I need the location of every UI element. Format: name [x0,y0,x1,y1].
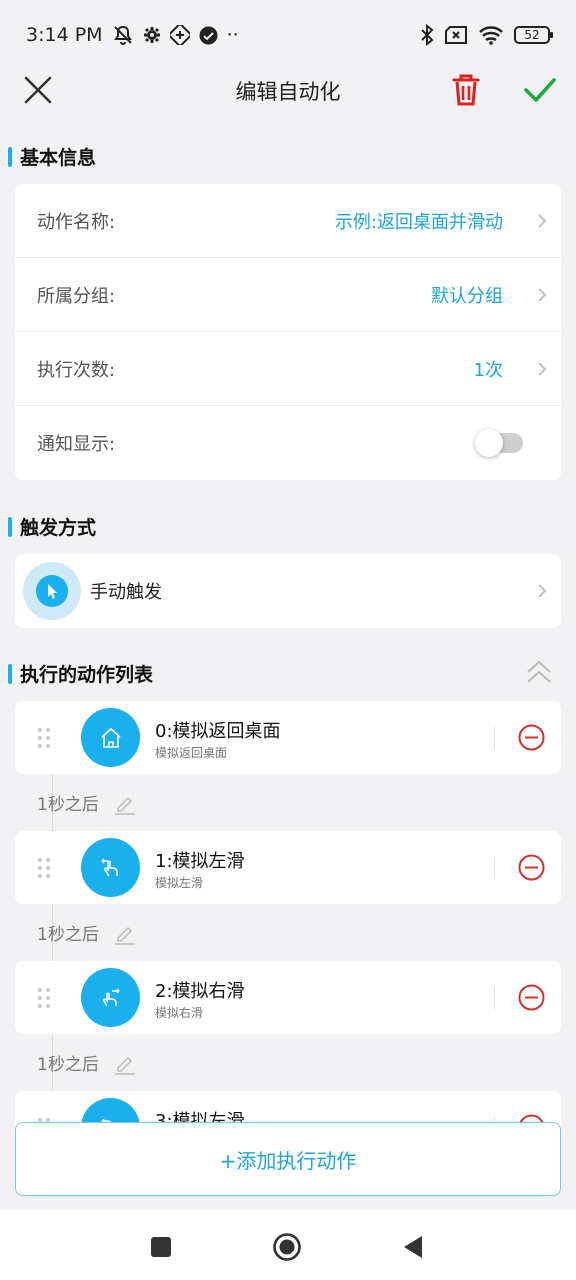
action-subtitle: 模拟左滑 [155,876,204,890]
chevron-right-icon [538,287,547,302]
section-basic-info: 基本信息 [8,143,96,170]
confirm-check-icon[interactable] [520,70,560,110]
swipe-left-icon [81,838,140,897]
add-action-button[interactable]: +添加执行动作 [15,1122,561,1196]
wifi-icon [479,26,503,45]
notification-row: 通知显示: [15,406,561,480]
cursor-icon [36,575,68,607]
delay-row: 1秒之后 [37,920,137,945]
notification-label: 通知显示: [37,434,116,455]
divider [494,727,495,749]
action-name-value: 示例:返回桌面并滑动 [334,211,503,233]
notification-toggle[interactable] [475,429,523,457]
chevron-right-icon [538,361,547,376]
basic-info-card: 动作名称: 示例:返回桌面并滑动 所属分组: 默认分组 执行次数: 1次 通知显… [15,184,561,480]
exec-count-row[interactable]: 执行次数: 1次 [15,332,561,406]
drag-handle-icon[interactable] [37,727,51,749]
section-actions: 执行的动作列表 [8,660,153,687]
trigger-icon-wrap [23,562,81,620]
chevron-right-icon [538,213,547,228]
trigger-row[interactable]: 手动触发 [15,554,561,628]
check-circle-icon [199,26,218,44]
edit-pencil-icon[interactable] [113,921,137,945]
bluetooth-icon [421,24,434,46]
trigger-card[interactable]: 手动触发 [15,554,561,628]
group-row[interactable]: 所属分组: 默认分组 [15,258,561,332]
delay-text: 1秒之后 [37,1055,99,1075]
edit-pencil-icon[interactable] [113,791,137,815]
action-item[interactable]: 2:模拟右滑 模拟右滑 [15,961,561,1034]
recents-square-icon[interactable] [146,1232,176,1262]
delay-row: 1秒之后 [37,790,137,815]
action-name-label: 动作名称: [37,211,116,233]
section-title-trigger: 触发方式 [20,517,97,539]
battery-level: 52 [524,28,540,42]
drag-handle-icon[interactable] [37,987,51,1009]
action-title: 0:模拟返回桌面 [155,721,281,742]
delay-row: 1秒之后 [37,1050,137,1075]
app-bar: 编辑自动化 [0,56,576,124]
action-item[interactable]: 1:模拟左滑 模拟左滑 [15,831,561,904]
section-marker [8,663,12,684]
action-subtitle: 模拟返回桌面 [155,746,228,760]
action-subtitle: 模拟右滑 [155,1006,204,1020]
toggle-knob [475,429,503,457]
home-icon [81,708,140,767]
drag-handle-icon[interactable] [37,857,51,879]
status-more: ·· [226,24,239,46]
action-name-row[interactable]: 动作名称: 示例:返回桌面并滑动 [15,184,561,258]
gear-icon [143,27,160,43]
collapse-chevron-up-icon[interactable] [522,656,556,690]
action-item[interactable]: 0:模拟返回桌面 模拟返回桌面 [15,701,561,774]
bottom-spacer [0,1196,576,1210]
remove-minus-icon[interactable] [518,724,545,751]
no-sim-icon [445,26,467,44]
delay-text: 1秒之后 [37,795,99,815]
edit-pencil-icon[interactable] [113,1051,137,1075]
exec-count-label: 执行次数: [37,359,116,381]
chevron-right-icon [538,584,547,598]
section-trigger: 触发方式 [8,513,96,540]
group-value: 默认分组 [431,285,503,307]
page-title: 编辑自动化 [235,80,341,104]
app-notification-icon [169,25,190,45]
delay-text: 1秒之后 [37,925,99,945]
remove-minus-icon[interactable] [518,984,545,1011]
mute-bell-icon [113,25,132,46]
section-marker [8,146,12,167]
home-circle-icon[interactable] [272,1232,302,1262]
divider [494,987,495,1009]
trigger-label: 手动触发 [90,582,162,603]
group-label: 所属分组: [37,285,116,307]
action-title: 1:模拟左滑 [155,851,245,872]
delete-trash-icon[interactable] [448,70,484,110]
divider [494,857,495,879]
back-triangle-icon[interactable] [398,1232,428,1262]
remove-minus-icon[interactable] [518,854,545,881]
system-nav-bar [0,1210,576,1280]
exec-count-value: 1次 [473,359,503,381]
section-title-basic: 基本信息 [20,147,97,169]
status-time: 3:14 PM [26,24,103,46]
swipe-right-icon [81,968,140,1027]
action-title: 2:模拟右滑 [155,981,245,1002]
section-marker [8,516,12,537]
section-title-actions: 执行的动作列表 [20,664,154,686]
battery-icon: 52 [514,26,553,44]
